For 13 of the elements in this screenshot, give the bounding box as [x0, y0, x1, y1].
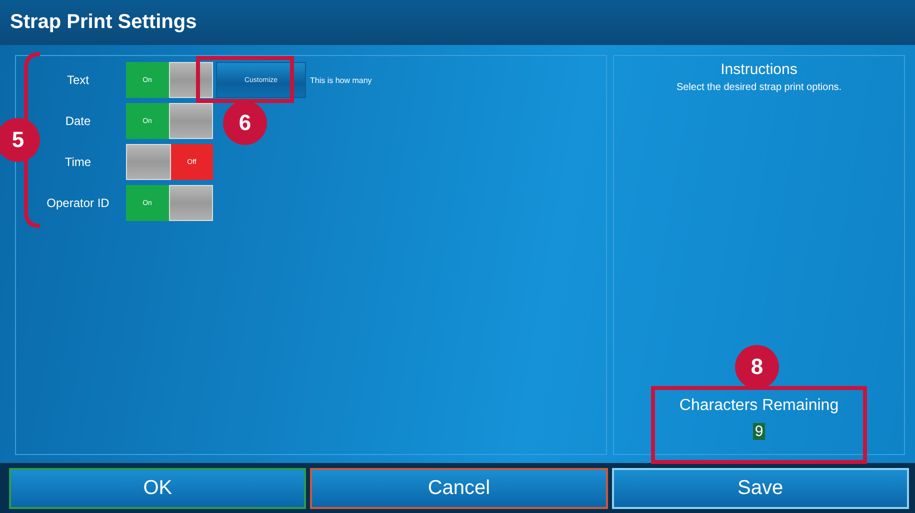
customize-note: This is how many	[310, 76, 372, 85]
instructions-title: Instructions	[720, 61, 798, 78]
window-title: Strap Print Settings	[10, 11, 197, 34]
characters-count: 9	[752, 423, 766, 440]
instructions-text: Select the desired strap print options.	[676, 82, 842, 93]
option-label: Operator ID	[46, 196, 110, 210]
action-button[interactable]: OK	[9, 468, 306, 509]
option-label: Text	[66, 73, 90, 87]
action-button[interactable]: Cancel	[310, 468, 608, 509]
characters-label: Characters Remaining	[679, 397, 839, 415]
action-button[interactable]: Save	[612, 468, 909, 509]
option-label: Time	[64, 155, 92, 169]
option-label: Date	[64, 114, 92, 128]
